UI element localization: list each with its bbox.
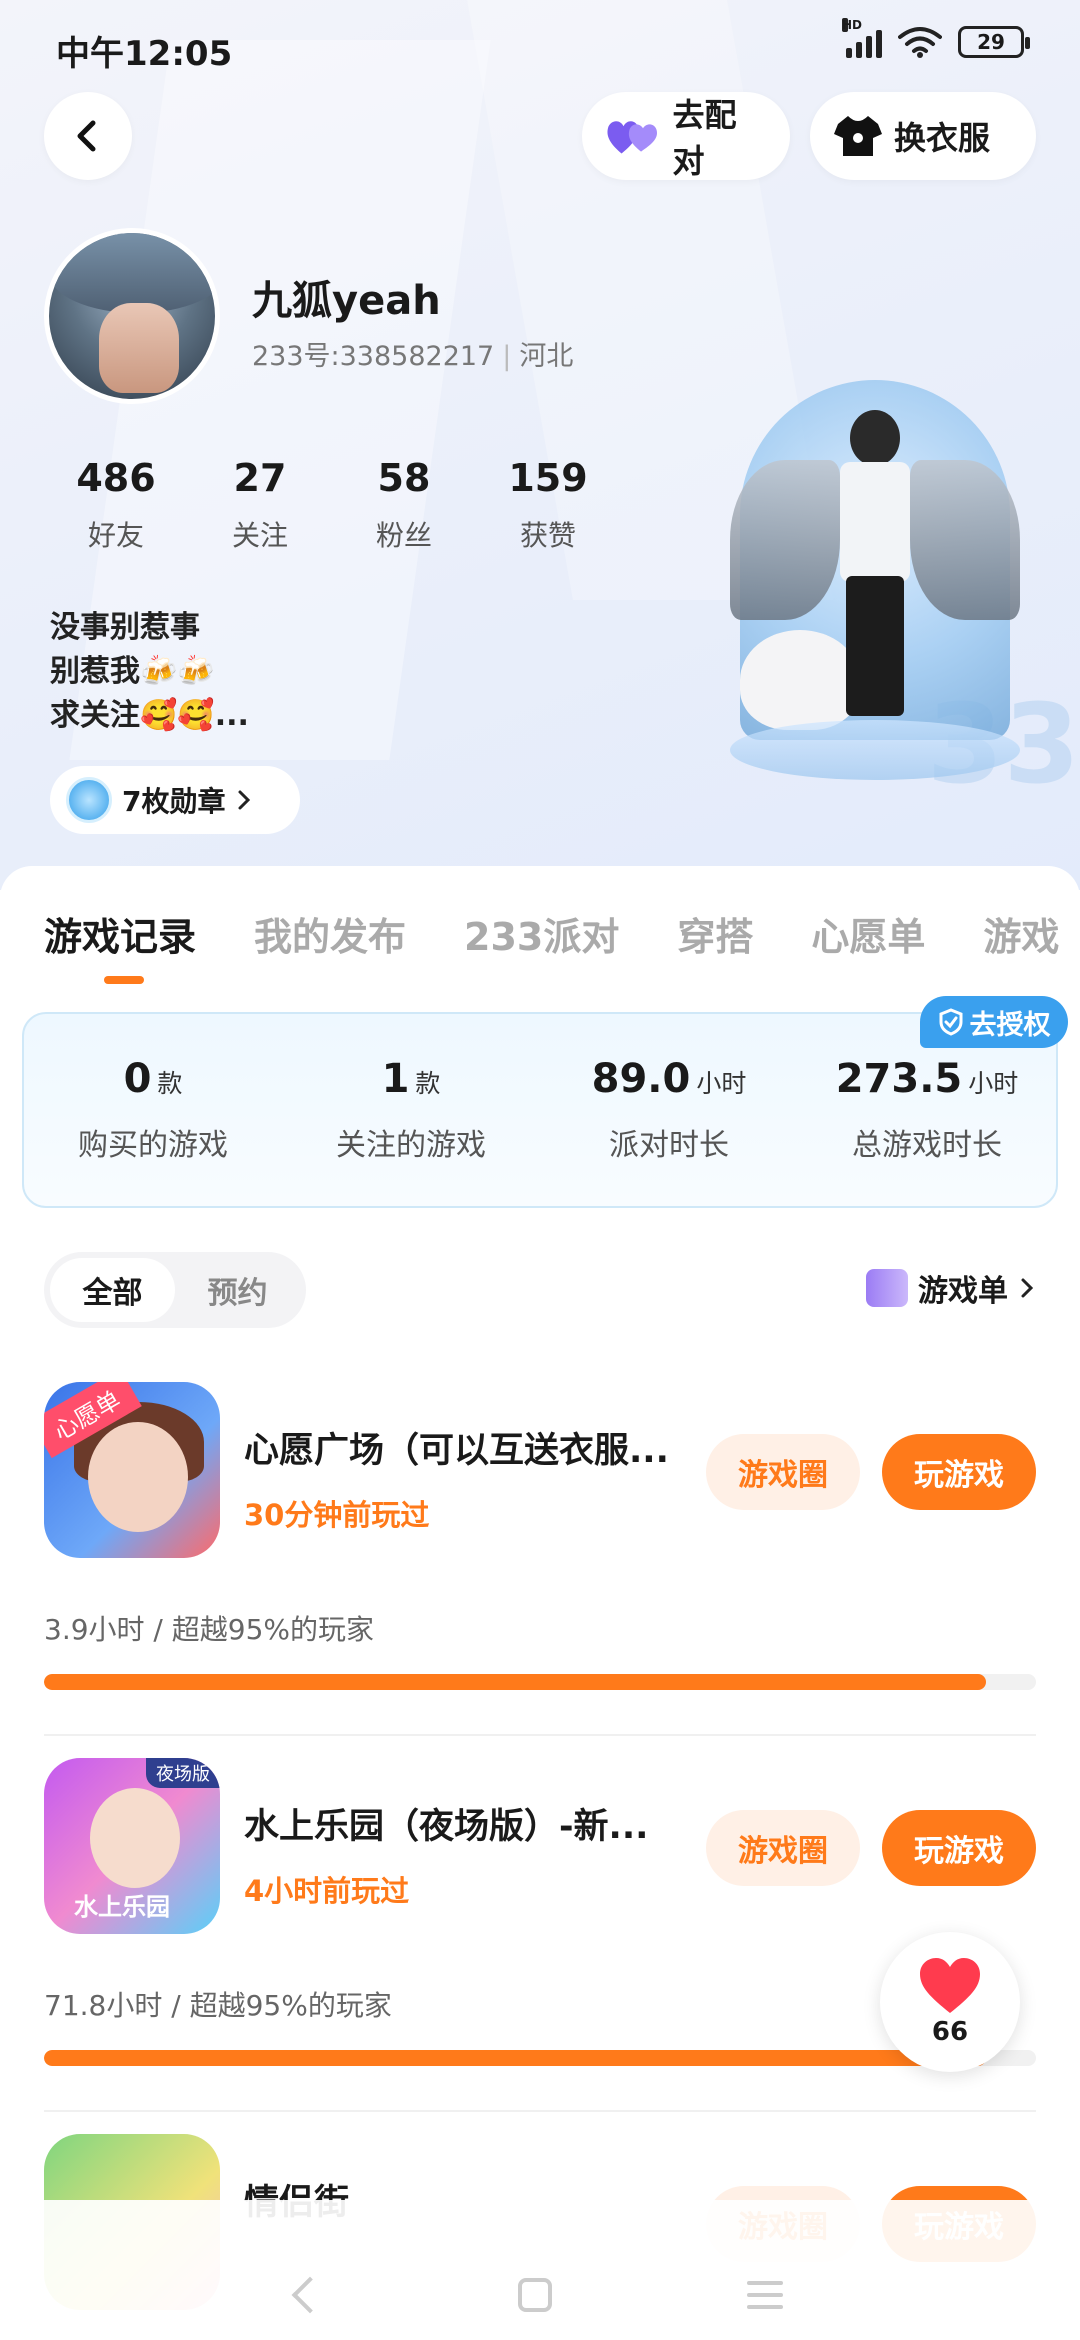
like-count: 66 [931, 2017, 969, 2047]
medals-label: 7枚勋章 [122, 785, 226, 818]
chevron-left-icon [77, 120, 96, 152]
game-icon[interactable]: 心愿单 [44, 1382, 220, 1558]
summary-purchased[interactable]: 0款 购买的游戏 [24, 1014, 282, 1206]
status-time: 中午12:05 [56, 34, 233, 74]
bio-line: 求关注🥰🥰... [50, 698, 249, 733]
content-panel: 游戏记录 我的发布 233派对 穿搭 心愿单 游戏 0款 购买的游戏 1款 关注… [0, 866, 1080, 2340]
wifi-icon [898, 27, 942, 58]
avatar-character-image[interactable] [730, 340, 1020, 800]
tab-game-records[interactable]: 游戏记录 [44, 906, 196, 961]
tab-233-party[interactable]: 233派对 [464, 906, 619, 961]
nav-home-icon[interactable] [517, 2278, 552, 2312]
authorize-button[interactable]: 去授权 [920, 996, 1068, 1048]
chevron-right-icon [238, 790, 251, 810]
nav-menu-icon[interactable] [746, 2281, 783, 2309]
status-bar: 中午12:05 HD 29 [0, 0, 1080, 90]
game-icon[interactable]: 夜场版 水上乐园 [44, 1758, 220, 1934]
profile-stats: 486 好友 27 关注 58 粉丝 159 获赞 [44, 456, 620, 554]
game-list-link[interactable]: 游戏单 [866, 1266, 1036, 1310]
stat-fans[interactable]: 58 粉丝 [332, 456, 476, 554]
playtime-bar [44, 2050, 1036, 2066]
game-playtime-stat: 3.9小时 / 超越95%的玩家 [44, 1613, 374, 1646]
stat-friends[interactable]: 486 好友 [44, 456, 188, 554]
system-icons: HD 29 [842, 18, 1030, 58]
change-outfit-button[interactable]: 换衣服 [810, 92, 1036, 180]
system-nav-bar [0, 2250, 1080, 2340]
avatar[interactable] [44, 228, 220, 404]
tab-games[interactable]: 游戏 [983, 906, 1059, 961]
bio: 没事别惹事 别惹我🍻🍻 求关注🥰🥰... [50, 606, 249, 738]
playtime-bar-fill [44, 1674, 987, 1690]
nav-back-icon[interactable] [291, 2276, 329, 2314]
sparkle-icon [866, 1269, 908, 1307]
game-playtime-stat: 71.8小时 / 超越95%的玩家 [44, 1989, 392, 2022]
filter-all[interactable]: 全部 [50, 1258, 175, 1322]
double-heart-icon [607, 121, 657, 154]
play-game-button[interactable]: 玩游戏 [882, 1810, 1036, 1886]
shield-check-icon [939, 1008, 962, 1036]
bio-line: 别惹我🍻🍻 [50, 654, 215, 689]
user-id-location: 233号:338582217 | 河北 [252, 341, 574, 372]
pair-button-label: 去配对 [672, 96, 737, 180]
battery-icon: 29 [958, 26, 1030, 58]
back-button[interactable] [44, 92, 132, 180]
network-badge: HD [842, 18, 863, 32]
game-title: 水上乐园（夜场版）-新... [244, 1807, 649, 1847]
summary-followed[interactable]: 1款 关注的游戏 [282, 1014, 540, 1206]
username: 九狐yeah [252, 278, 441, 324]
medals-button[interactable]: 7枚勋章 [50, 766, 300, 834]
game-summary-card: 0款 购买的游戏 1款 关注的游戏 89.0 小时 派对时长 273.5 小时 总游… [22, 1012, 1058, 1208]
like-button[interactable]: 66 [880, 1932, 1020, 2072]
chevron-right-icon [1021, 1278, 1034, 1298]
stat-likes[interactable]: 159 获赞 [476, 456, 620, 554]
signal-icon: HD [842, 18, 882, 58]
outfit-button-label: 换衣服 [894, 119, 991, 157]
tab-my-posts[interactable]: 我的发布 [254, 906, 406, 961]
game-circle-button[interactable]: 游戏圈 [706, 1434, 860, 1510]
game-last-played: 4小时前玩过 [244, 1874, 410, 1908]
tab-outfits[interactable]: 穿搭 [677, 906, 753, 961]
tab-wishlist[interactable]: 心愿单 [811, 906, 925, 961]
game-last-played: 30分钟前玩过 [244, 1498, 430, 1532]
filter-reserve[interactable]: 预约 [175, 1258, 300, 1322]
pair-button[interactable]: 去配对 [582, 92, 790, 180]
profile-tabs: 游戏记录 我的发布 233派对 穿搭 心愿单 游戏 [44, 906, 1059, 961]
heart-icon [920, 1958, 980, 2013]
shirt-icon [834, 116, 882, 156]
game-circle-button[interactable]: 游戏圈 [706, 1810, 860, 1886]
summary-party-time: 89.0 小时 派对时长 [591, 1056, 747, 1163]
game-title: 心愿广场（可以互送衣服... [244, 1431, 669, 1471]
playtime-bar [44, 1674, 1036, 1690]
playtime-bar-fill [44, 2050, 987, 2066]
play-game-button[interactable]: 玩游戏 [882, 1434, 1036, 1510]
user-location: 河北 [519, 341, 574, 372]
active-tab-indicator [104, 976, 144, 984]
bio-line: 没事别惹事 [50, 610, 200, 645]
stat-following[interactable]: 27 关注 [188, 456, 332, 554]
user-id: 233号:338582217 [252, 341, 495, 372]
game-filter: 全部 预约 [44, 1252, 306, 1328]
medal-icon [66, 777, 112, 823]
